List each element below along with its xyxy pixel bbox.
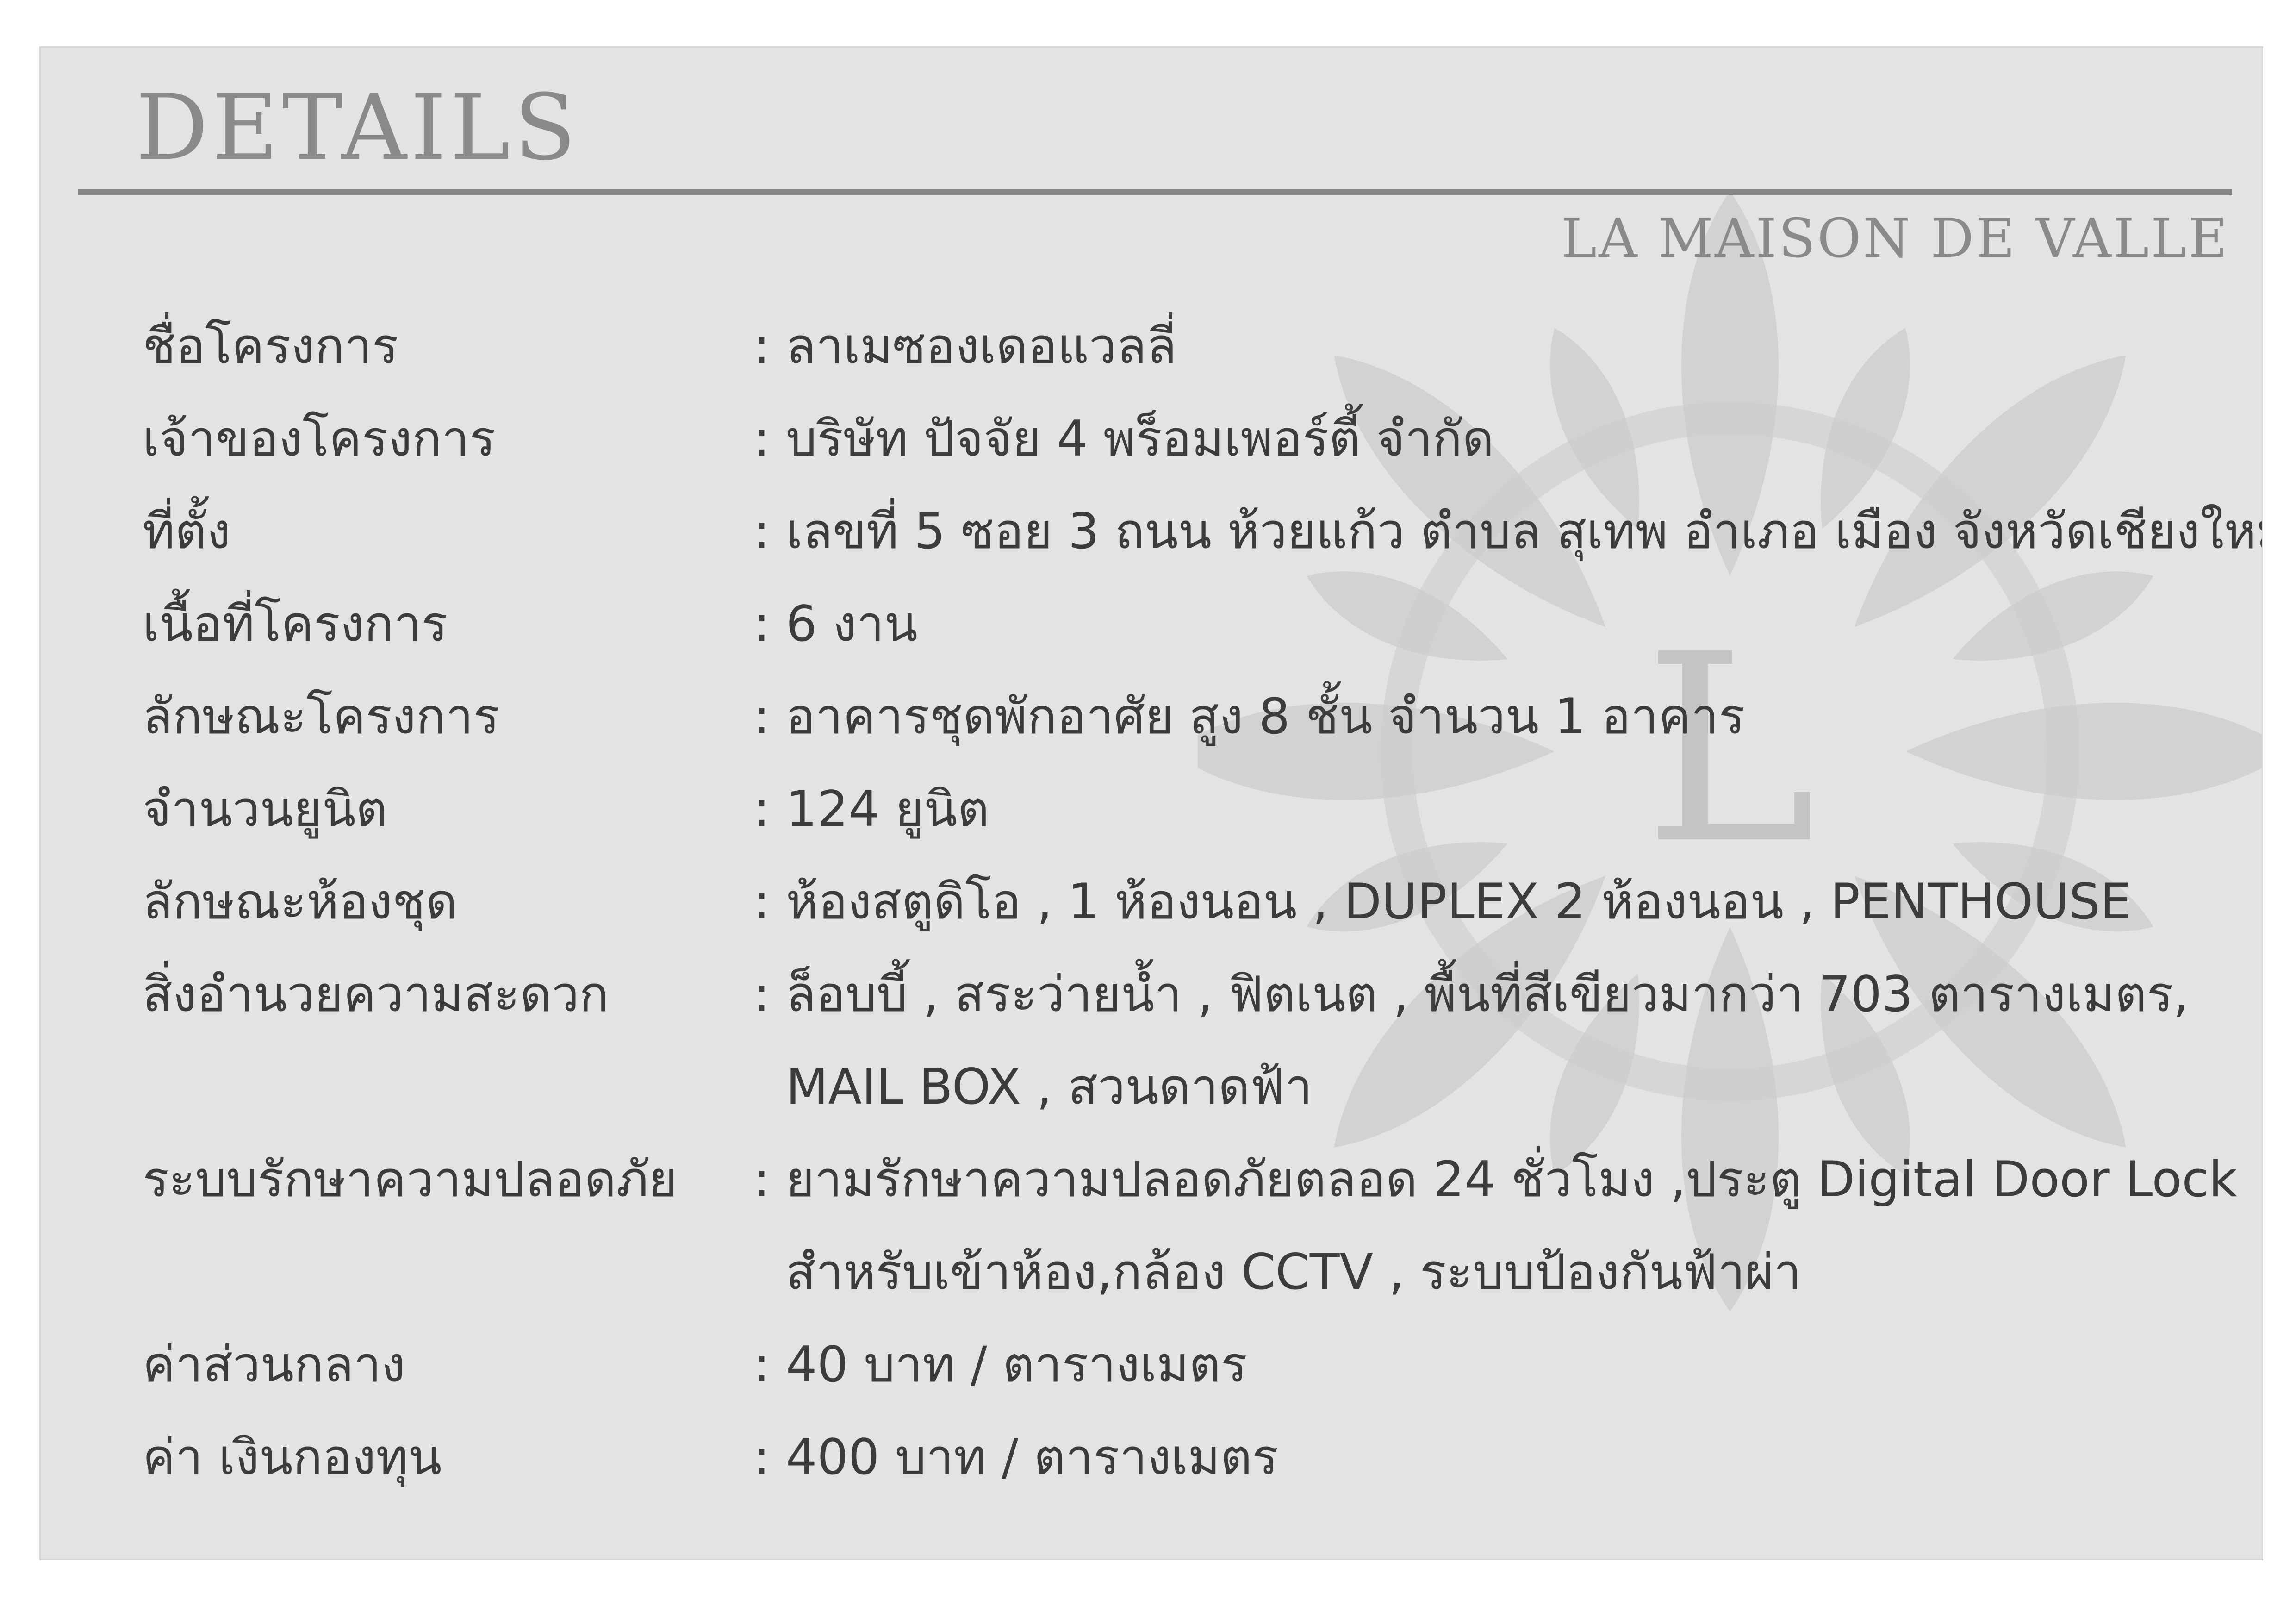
detail-value: 6 งาน: [786, 578, 2234, 670]
details-list: ชื่อโครงการ: ลาเมซองเดอแวลลี่เจ้าของโครงก…: [143, 300, 2262, 1504]
detail-value: บริษัท ปัจจัย 4 พร็อมเพอร์ตี้ จำกัด: [786, 393, 2234, 485]
detail-row: ระบบรักษาความปลอดภัย: ยามรักษาความปลอดภัย…: [143, 1133, 2237, 1318]
page-title: DETAILS: [136, 75, 580, 181]
detail-value-line: เลขที่ 5 ซอย 3 ถนน ห้วยแก้ว ตำบล สุเทพ อ…: [786, 503, 2263, 560]
detail-value-line: อาคารชุดพักอาศัย สูง 8 ชั้น จำนวน 1 อาคา…: [786, 688, 1745, 745]
detail-separator: :: [753, 1151, 770, 1208]
detail-value: เลขที่ 5 ซอย 3 ถนน ห้วยแก้ว ตำบล สุเทพ อ…: [786, 485, 2263, 578]
detail-label: เนื้อที่โครงการ: [143, 595, 448, 652]
detail-value: 400 บาท / ตารางเมตร: [786, 1411, 2234, 1504]
detail-label: ค่า เงินกองทุน: [143, 1429, 442, 1486]
detail-label: ค่าส่วนกลาง: [143, 1336, 405, 1393]
detail-row: ชื่อโครงการ: ลาเมซองเดอแวลลี่: [143, 300, 2234, 393]
detail-row: ค่าส่วนกลาง:40 บาท / ตารางเมตร: [143, 1318, 2234, 1411]
detail-row: ค่า เงินกองทุน:400 บาท / ตารางเมตร: [143, 1411, 2234, 1504]
detail-value: ยามรักษาความปลอดภัยตลอด 24 ชั่วโมง ,ประต…: [786, 1133, 2237, 1318]
detail-label: ที่ตั้ง: [143, 503, 231, 560]
detail-label: ลักษณะโครงการ: [143, 688, 500, 745]
detail-label: สิ่งอำนวยความสะดวก: [143, 966, 609, 1023]
detail-row: ลักษณะโครงการ: อาคารชุดพักอาศัย สูง 8 ชั้…: [143, 670, 2234, 763]
detail-row: เจ้าของโครงการ: บริษัท ปัจจัย 4 พร็อมเพอร…: [143, 393, 2234, 485]
detail-value: ลาเมซองเดอแวลลี่: [786, 300, 2234, 393]
detail-value: อาคารชุดพักอาศัย สูง 8 ชั้น จำนวน 1 อาคา…: [786, 670, 2234, 763]
detail-row: ลักษณะห้องชุด: ห้องสตูดิโอ , 1 ห้องนอน , …: [143, 856, 2234, 948]
detail-value-line: 124 ยูนิต: [786, 781, 989, 837]
detail-value: 40 บาท / ตารางเมตร: [786, 1318, 2234, 1411]
title-divider: [78, 189, 2232, 195]
detail-label: เจ้าของโครงการ: [143, 410, 496, 467]
detail-separator: :: [753, 781, 770, 837]
detail-value-line: ล็อบบี้ , สระว่ายน้ำ , ฟิตเนต , พื้นที่ส…: [786, 966, 2189, 1023]
detail-value-line: ห้องสตูดิโอ , 1 ห้องนอน , DUPLEX 2 ห้องน…: [786, 873, 2131, 930]
detail-label: ระบบรักษาความปลอดภัย: [143, 1151, 678, 1208]
details-sheet: L DETAILS LA MAISON DE VALLE ชื่อโครงการ…: [39, 46, 2263, 1560]
detail-label: ลักษณะห้องชุด: [143, 873, 458, 930]
detail-separator: :: [753, 503, 770, 560]
detail-separator: :: [753, 1429, 770, 1486]
detail-row: ที่ตั้ง: เลขที่ 5 ซอย 3 ถนน ห้วยแก้ว ตำบล…: [143, 485, 2262, 578]
detail-row: สิ่งอำนวยความสะดวก: ล็อบบี้ , สระว่ายน้ำ …: [143, 948, 2234, 1133]
detail-value: ล็อบบี้ , สระว่ายน้ำ , ฟิตเนต , พื้นที่ส…: [786, 948, 2234, 1133]
detail-separator: :: [753, 873, 770, 930]
detail-value-line: ยามรักษาความปลอดภัยตลอด 24 ชั่วโมง ,ประต…: [786, 1151, 2238, 1208]
detail-value-line: MAIL BOX , สวนดาดฟ้า: [786, 1058, 1313, 1115]
detail-label: จำนวนยูนิต: [143, 781, 388, 837]
detail-value-line: 400 บาท / ตารางเมตร: [786, 1429, 1279, 1486]
detail-separator: :: [753, 966, 770, 1023]
detail-separator: :: [753, 1336, 770, 1393]
detail-separator: :: [753, 595, 770, 652]
detail-separator: :: [753, 318, 770, 375]
detail-value-line: บริษัท ปัจจัย 4 พร็อมเพอร์ตี้ จำกัด: [786, 410, 1494, 467]
detail-value: ห้องสตูดิโอ , 1 ห้องนอน , DUPLEX 2 ห้องน…: [786, 856, 2234, 948]
detail-separator: :: [753, 410, 770, 467]
detail-separator: :: [753, 688, 770, 745]
detail-label: ชื่อโครงการ: [143, 318, 398, 375]
detail-value-line: 6 งาน: [786, 595, 918, 652]
detail-row: เนื้อที่โครงการ:6 งาน: [143, 578, 2234, 670]
project-brand-name: LA MAISON DE VALLE: [1561, 207, 2229, 270]
detail-value-line: ลาเมซองเดอแวลลี่: [786, 318, 1177, 375]
detail-value-line: 40 บาท / ตารางเมตร: [786, 1336, 1247, 1393]
detail-value: 124 ยูนิต: [786, 763, 2234, 856]
detail-row: จำนวนยูนิต:124 ยูนิต: [143, 763, 2234, 856]
detail-value-line: สำหรับเข้าห้อง,กล้อง CCTV , ระบบป้องกันฟ…: [786, 1243, 1802, 1300]
